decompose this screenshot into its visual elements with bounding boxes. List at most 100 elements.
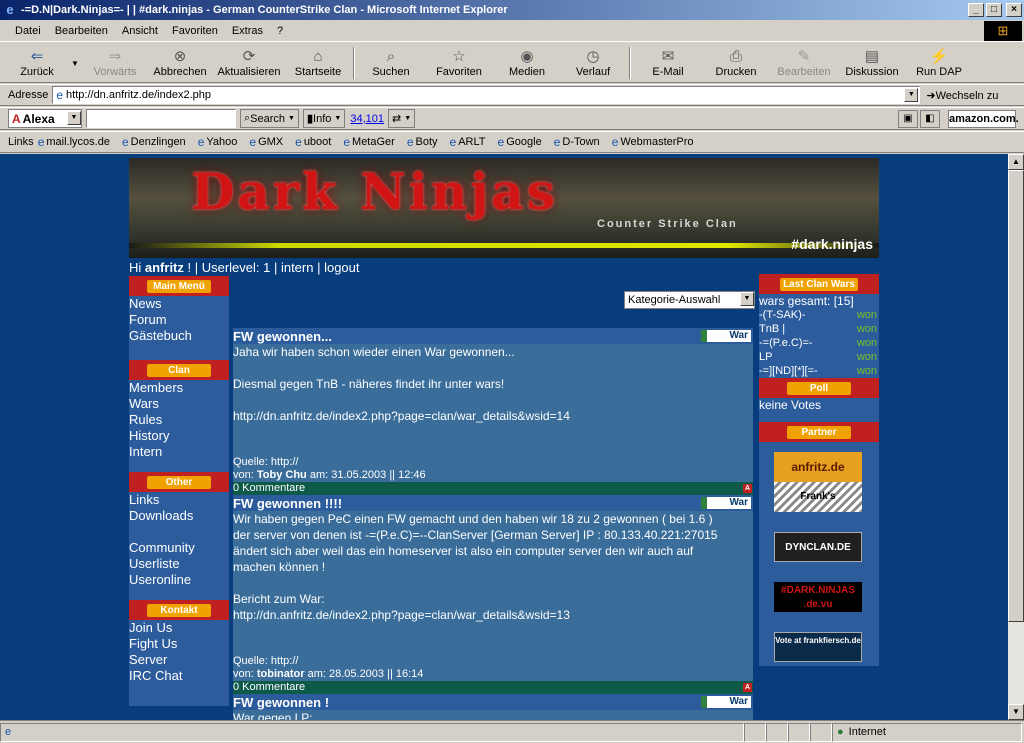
nav-members[interactable]: Members [129,380,229,396]
menu-view[interactable]: Ansicht [115,25,165,37]
mail-button[interactable]: ✉ E-Mail [634,43,702,81]
link-yahoo[interactable]: e Yahoo [198,135,238,149]
alexa-toolbar: A Alexa ▼ ⌕ Search ▼ ▮ Info ▼ 34,101 ⇄ ▼ ▣ ◧ am… [0,107,1024,130]
nav-news[interactable]: News [129,296,229,312]
nav-links[interactable]: Links [129,492,229,508]
edit-button[interactable]: ✎ Bearbeiten [770,43,838,81]
war-row[interactable]: LP won [759,350,879,364]
mail-icon: ✉ [661,48,675,65]
banner-logo: Dark Ninjas [191,162,558,221]
scroll-thumb[interactable] [1008,170,1024,622]
nav-downloads[interactable]: Downloads [129,508,229,524]
back-button[interactable]: ⇐ Zurück [6,43,68,81]
address-input[interactable]: e http://dn.anfritz.de/index2.php ▼ [52,86,921,104]
link-denzlingen[interactable]: e Denzlingen [122,135,186,149]
news-source: Quelle: http:// [233,655,753,668]
menu-help[interactable]: ? [270,25,290,37]
partner-banner-darkninjas[interactable]: #DARK.NINJAS .de.vu [774,582,862,612]
news-author[interactable]: tobinator [257,668,305,680]
menu-edit[interactable]: Bearbeiten [48,25,115,37]
news-title[interactable]: FW gewonnen... [233,329,332,344]
pdf-icon[interactable]: A [743,683,752,692]
news-title[interactable]: FW gewonnen !!!! [233,496,342,511]
nav-wars[interactable]: Wars [129,396,229,412]
alexa-nav-button[interactable]: ⇄ ▼ [387,109,416,128]
news-title[interactable]: FW gewonnen ! [233,695,329,710]
amazon-button[interactable]: amazon.com. [948,110,1019,128]
partner-banner-anfritz[interactable]: anfritz.de [774,452,862,482]
nav-join-us[interactable]: Join Us [129,620,229,636]
war-row[interactable]: -=(P.e.C)=- won [759,336,879,350]
maximize-button[interactable]: □ [986,3,1002,17]
back-arrow-icon: ⇐ [30,48,44,65]
page-icon: e [37,135,45,149]
comments-link[interactable]: 0 Kommentare [233,681,305,693]
alexa-rank-link[interactable]: 34,101 [350,113,384,125]
link-google[interactable]: e Google [498,135,542,149]
minimize-button[interactable]: _ [968,3,984,17]
partner-banner-vote[interactable]: Vote at frankfiersch.de [774,632,862,662]
nav-userlist[interactable]: Userliste [129,556,229,572]
page-icon: e [553,135,561,149]
media-button[interactable]: ◉ Medien [494,43,560,81]
vertical-scrollbar[interactable]: ▲ ▼ [1008,154,1024,720]
scroll-down-icon[interactable]: ▼ [1008,704,1024,720]
nav-rules[interactable]: Rules [129,412,229,428]
stop-button[interactable]: ⊗ Abbrechen [148,43,212,81]
alexa-info-button[interactable]: ▮ Info ▼ [302,109,346,128]
nav-guestbook[interactable]: Gästebuch [129,328,229,344]
alexa-search-button[interactable]: ⌕ Search ▼ [240,109,299,128]
home-button[interactable]: ⌂ Startseite [286,43,350,81]
back-dropdown-icon[interactable]: ▼ [68,43,82,81]
alexa-tool1-icon[interactable]: ▣ [898,110,918,128]
category-select[interactable]: Kategorie-Auswahl ▼ [624,291,755,309]
alexa-button[interactable]: A Alexa ▼ [8,109,82,128]
print-button[interactable]: ⎙ Drucken [702,43,770,81]
nav-forum[interactable]: Forum [129,312,229,328]
nav-useronline[interactable]: Useronline [129,572,229,588]
go-button[interactable]: ➜Wechseln zu [926,89,998,102]
link-dtown[interactable]: e D-Town [554,135,600,149]
war-row[interactable]: TnB | won [759,322,879,336]
news-author[interactable]: Toby Chu [257,469,307,481]
menu-file[interactable]: Datei [8,25,48,37]
forward-button[interactable]: ⇒ Vorwärts [82,43,148,81]
link-boty[interactable]: e Boty [407,135,438,149]
menu-tools[interactable]: Extras [225,25,270,37]
search-icon: ⌕ [386,48,396,65]
history-icon: ◷ [586,48,600,65]
alexa-tool2-icon[interactable]: ◧ [920,110,940,128]
link-metager[interactable]: e MetaGer [343,135,394,149]
scroll-up-icon[interactable]: ▲ [1008,154,1024,170]
nav-fight-us[interactable]: Fight Us [129,636,229,652]
link-mail-lycos[interactable]: e mail.lycos.de [38,135,110,149]
pdf-icon[interactable]: A [743,484,752,493]
rundap-button[interactable]: ⚡ Run DAP [906,43,972,81]
close-button[interactable]: × [1006,3,1022,17]
war-row[interactable]: -(T-SAK)- won [759,308,879,322]
discuss-button[interactable]: ▤ Diskussion [838,43,906,81]
alexa-search-input[interactable] [86,109,236,128]
war-row[interactable]: -=][ND][*][=- won [759,364,879,378]
nav-intern[interactable]: Intern [129,444,229,460]
favorites-button[interactable]: ☆ Favoriten [424,43,494,81]
partner-banner-dynclan[interactable]: DYNCLAN.DE [774,532,862,562]
link-uboot[interactable]: e uboot [295,135,331,149]
search-button[interactable]: ⌕ Suchen [358,43,424,81]
link-webmasterpro[interactable]: e WebmasterPro [612,135,694,149]
menu-favorites[interactable]: Favoriten [165,25,225,37]
partner-banner-franks[interactable]: Frank's [774,482,862,512]
home-icon: ⌂ [313,48,323,65]
comments-link[interactable]: 0 Kommentare [233,482,305,494]
nav-irc-chat[interactable]: IRC Chat [129,668,229,684]
nav-history[interactable]: History [129,428,229,444]
refresh-button[interactable]: ⟳ Aktualisieren [212,43,286,81]
address-dropdown-icon[interactable]: ▼ [904,88,919,102]
nav-community[interactable]: Community [129,540,229,556]
link-arlt[interactable]: e ARLT [450,135,486,149]
nav-server[interactable]: Server [129,652,229,668]
news-header: FW gewonnen... War [233,328,753,344]
history-button[interactable]: ◷ Verlauf [560,43,626,81]
alexa-dropdown-icon[interactable]: ▼ [67,111,81,125]
link-gmx[interactable]: e GMX [249,135,283,149]
